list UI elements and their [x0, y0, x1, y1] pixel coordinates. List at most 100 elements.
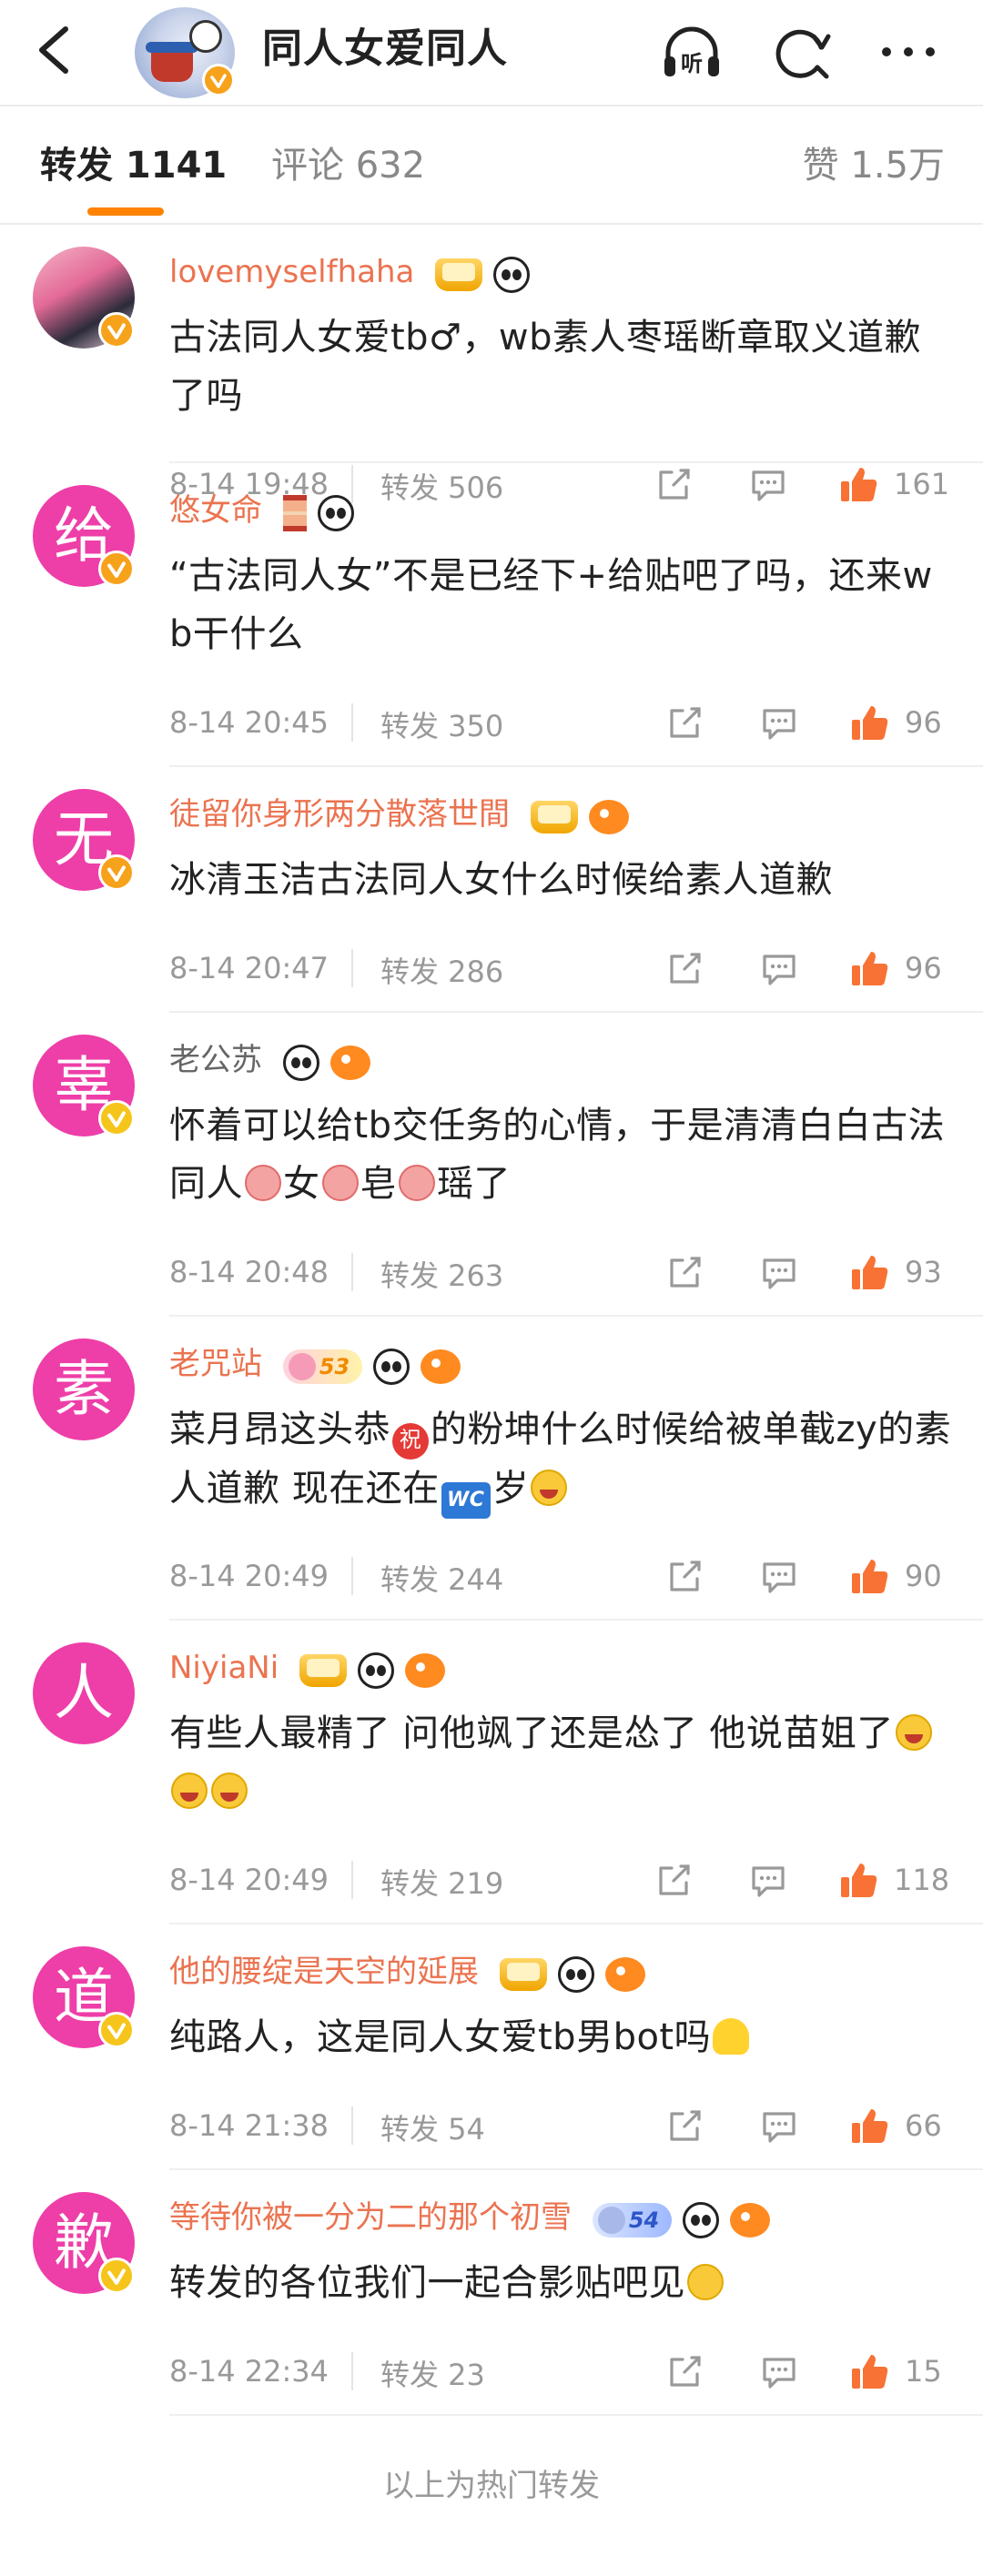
repost-text: 纯路人，这是同人女爱tb男bot吗 — [169, 2008, 952, 2066]
level-badge: 54 — [592, 2203, 673, 2238]
refresh-button[interactable] — [765, 20, 837, 84]
cup-illustration — [146, 42, 198, 82]
thumbs-up-icon[interactable] — [848, 1555, 890, 1597]
comment-icon[interactable] — [748, 1861, 788, 1901]
repost-count[interactable]: 转发 350 — [380, 705, 503, 747]
tab-repost[interactable]: 转发 1141 — [40, 143, 227, 188]
pig-emoji-icon — [399, 1165, 435, 1201]
pig-emoji-icon — [245, 1165, 281, 1201]
share-icon[interactable] — [664, 2106, 704, 2147]
repost-count[interactable]: 转发 286 — [380, 951, 503, 993]
username[interactable]: 悠女命 — [169, 490, 365, 532]
username[interactable]: NiyiaNi — [169, 1648, 456, 1690]
active-tab-indicator — [87, 207, 164, 216]
chevron-left-icon — [39, 26, 68, 74]
comment-icon[interactable] — [759, 2352, 799, 2392]
top-bar: 同人女爱同人 听 — [0, 0, 983, 105]
back-button[interactable] — [29, 18, 84, 82]
repost-text: 菜月昂这头恭祝的粉坤什么时候给被单截zy的素人道歉 现在还在 WC 岁 — [169, 1400, 952, 1519]
page-title: 同人女爱同人 — [262, 25, 508, 72]
repost-meta: 8-14 20:49 转发 244 90 — [169, 1555, 952, 1597]
like-count: 15 — [905, 2354, 942, 2389]
vip-crown-icon — [530, 801, 578, 833]
share-icon[interactable] — [664, 2352, 704, 2392]
username[interactable]: lovemyselfhaha — [169, 252, 541, 294]
goldfish-icon — [588, 800, 629, 834]
avatar[interactable]: 人 — [33, 1642, 135, 1744]
divider — [351, 949, 353, 987]
wc-emoji-icon: WC — [441, 1482, 491, 1519]
list-item[interactable]: lovemyselfhaha 古法同人女爱tb♂，wb素人枣瑶断章取义道歉了吗 … — [0, 225, 983, 505]
goldfish-icon — [421, 1349, 461, 1384]
pig-emoji-icon — [321, 1165, 359, 1201]
share-icon[interactable] — [664, 1557, 704, 1597]
comment-icon[interactable] — [759, 949, 799, 989]
list-item[interactable]: 素 老咒站 53 菜月昂这头恭祝的粉坤什么时候给被单截zy的素人道歉 现在还在 W… — [0, 1317, 983, 1621]
divider — [351, 703, 353, 742]
hourglass-icon — [282, 495, 307, 531]
repost-count[interactable]: 转发 23 — [380, 2354, 485, 2396]
comment-icon[interactable] — [759, 1253, 799, 1293]
like-count: 96 — [905, 951, 942, 985]
repost-count[interactable]: 转发 263 — [380, 1255, 503, 1297]
tab-bar: 转发 1141 评论 632 赞 1.5万 — [0, 105, 983, 225]
goldfish-icon — [329, 1046, 370, 1080]
tab-like[interactable]: 赞 1.5万 — [803, 143, 945, 188]
list-item[interactable]: 人 NiyiaNi 有些人最精了 问他飒了还是怂了 他说苗姐了 8-14 20:… — [0, 1621, 983, 1924]
list-item[interactable]: 道 他的腰绽是天空的延展 纯路人，这是同人女爱tb男bot吗 8-14 21:3… — [0, 1924, 983, 2170]
goldfish-icon — [404, 1653, 445, 1688]
repost-meta: 8-14 20:48 转发 263 93 — [169, 1251, 952, 1293]
divider — [351, 1861, 353, 1899]
more-button[interactable] — [872, 20, 945, 84]
repost-count[interactable]: 转发 244 — [380, 1559, 503, 1601]
thumbs-up-icon[interactable] — [848, 2105, 890, 2147]
person-emoji-icon — [713, 2018, 750, 2055]
panda-icon — [373, 1349, 410, 1385]
divider — [351, 1557, 353, 1595]
divider — [351, 2352, 353, 2390]
list-item[interactable]: 辜 老公苏 怀着可以给tb交任务的心情，于是清清白白古法同人女皂瑶了 8-14 … — [0, 1013, 983, 1317]
listen-button[interactable]: 听 — [655, 20, 728, 84]
verified-badge-icon — [98, 1100, 135, 1136]
share-icon[interactable] — [654, 1861, 694, 1901]
tab-comment[interactable]: 评论 632 — [271, 143, 425, 188]
comment-icon[interactable] — [759, 1557, 799, 1597]
vip-crown-icon — [499, 1958, 547, 1991]
repost-meta: 8-14 20:45 转发 350 96 — [169, 702, 952, 743]
thumbs-up-icon[interactable] — [848, 947, 890, 989]
svg-text:听: 听 — [681, 51, 703, 76]
thumbs-up-icon[interactable] — [848, 1251, 890, 1293]
goldfish-icon — [730, 2203, 771, 2238]
username[interactable]: 老咒站 53 — [169, 1344, 471, 1386]
list-item[interactable]: 给 悠女命 “古法同人女”不是已经下+给贴吧了吗，还来wb干什么 8-14 20… — [0, 463, 983, 767]
thumbs-up-icon[interactable] — [848, 702, 890, 743]
repost-list: lovemyselfhaha 古法同人女爱tb♂，wb素人枣瑶断章取义道歉了吗 … — [0, 225, 983, 2416]
verified-badge-icon — [98, 2258, 135, 2294]
share-icon[interactable] — [664, 949, 704, 989]
comment-icon[interactable] — [759, 703, 799, 743]
repost-meta: 8-14 21:38 转发 54 66 — [169, 2105, 952, 2147]
comment-icon[interactable] — [759, 2106, 799, 2147]
share-icon[interactable] — [664, 1253, 704, 1293]
username[interactable]: 老公苏 — [169, 1040, 381, 1082]
goldfish-icon — [604, 1957, 645, 1992]
thumbs-up-icon[interactable] — [837, 1859, 879, 1901]
timestamp: 8-14 20:45 — [169, 705, 329, 740]
cat-illustration — [189, 20, 222, 53]
footer-note: 以上为热门转发 — [383, 2468, 600, 2504]
share-icon[interactable] — [664, 703, 704, 743]
avatar[interactable]: 素 — [33, 1339, 135, 1440]
laugh-cry-emoji-icon — [531, 1470, 568, 1506]
repost-count[interactable]: 转发 54 — [380, 2108, 485, 2150]
username[interactable]: 等待你被一分为二的那个初雪 54 — [169, 2197, 781, 2239]
repost-meta: 8-14 20:49 转发 219 118 — [169, 1859, 952, 1901]
panda-icon — [317, 495, 354, 531]
like-count: 93 — [905, 1255, 942, 1289]
thumbs-up-icon[interactable] — [848, 2350, 890, 2392]
repost-count[interactable]: 转发 219 — [380, 1863, 503, 1904]
username[interactable]: 他的腰绽是天空的延展 — [169, 1952, 656, 1994]
username[interactable]: 徒留你身形两分散落世間 — [169, 794, 640, 836]
panda-icon — [683, 2202, 720, 2238]
list-item[interactable]: 无 徒留你身形两分散落世間 冰清玉洁古法同人女什么时候给素人道歉 8-14 20… — [0, 767, 983, 1013]
list-item[interactable]: 歉 等待你被一分为二的那个初雪 54 转发的各位我们一起合影贴吧见 8-14 2… — [0, 2170, 983, 2416]
